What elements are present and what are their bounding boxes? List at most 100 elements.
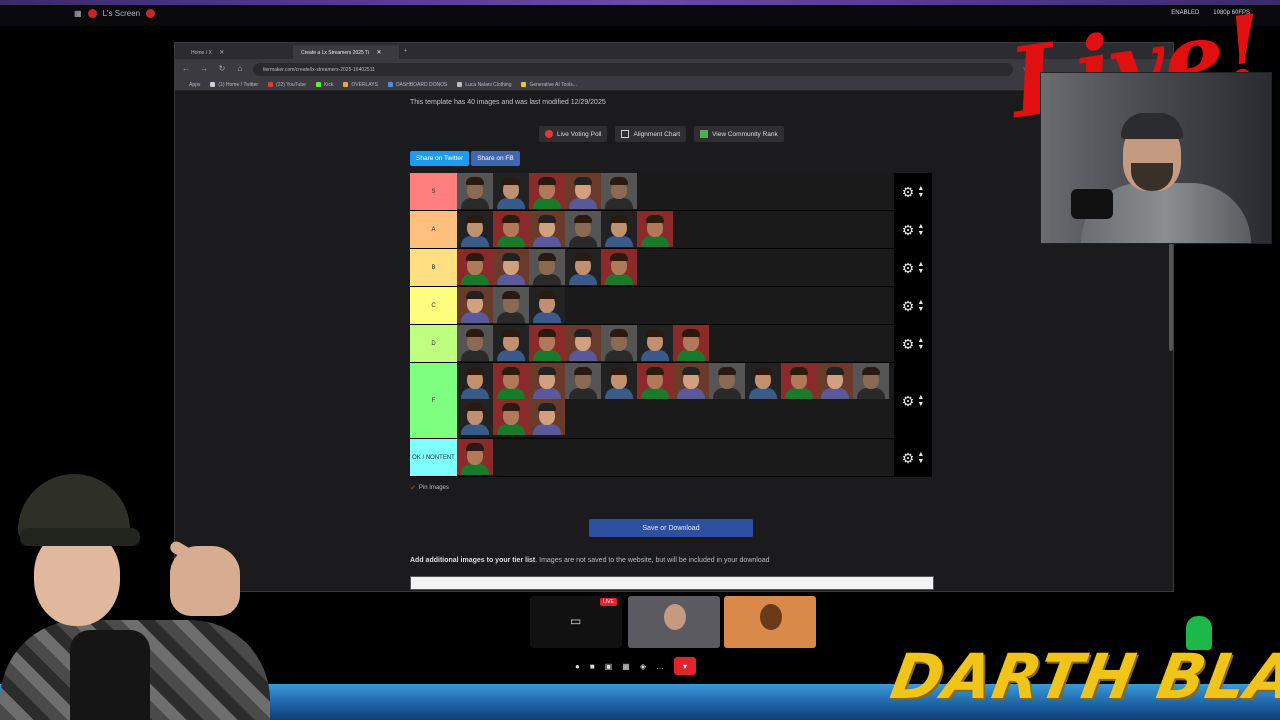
- tier-image[interactable]: [493, 363, 529, 399]
- tier-image[interactable]: [529, 363, 565, 399]
- alignment-chart-button[interactable]: Alignment Chart: [615, 126, 687, 142]
- tier-image[interactable]: [637, 363, 673, 399]
- stop-icon[interactable]: [146, 9, 156, 18]
- gear-icon[interactable]: ⚙: [902, 299, 915, 313]
- tier-image[interactable]: [457, 173, 493, 209]
- tier-image[interactable]: [817, 363, 853, 399]
- chevron-down-icon[interactable]: ▼: [917, 401, 924, 408]
- tier-image[interactable]: [781, 363, 817, 399]
- gear-icon[interactable]: ⚙: [902, 261, 915, 275]
- tier-image[interactable]: [457, 325, 493, 361]
- tier-image[interactable]: [529, 173, 565, 209]
- live-voting-poll-button[interactable]: Live Voting Poll: [539, 126, 608, 142]
- tier-image[interactable]: [457, 439, 493, 475]
- tier-image[interactable]: [565, 363, 601, 399]
- tier-label[interactable]: D: [410, 325, 457, 362]
- apps-icon[interactable]: ▦: [622, 662, 630, 671]
- bookmark-ai-tools[interactable]: Generative AI Tools...: [521, 82, 577, 88]
- tier-image[interactable]: [529, 325, 565, 361]
- share-twitter-button[interactable]: Share on Twitter: [410, 151, 470, 166]
- tier-image[interactable]: [673, 363, 709, 399]
- chevron-down-icon[interactable]: ▼: [917, 192, 924, 199]
- tier-label[interactable]: C: [410, 287, 457, 324]
- tier-image[interactable]: [529, 249, 565, 285]
- gear-icon[interactable]: ⚙: [902, 394, 915, 408]
- view-community-rank-button[interactable]: View Community Rank: [694, 126, 784, 142]
- chevron-up-icon[interactable]: ▲: [917, 223, 924, 230]
- microphone-icon[interactable]: ●: [575, 662, 580, 671]
- gear-icon[interactable]: ⚙: [902, 185, 915, 199]
- screen-share-indicator[interactable]: ▦ L's Screen: [74, 9, 156, 18]
- chevron-down-icon[interactable]: ▼: [917, 230, 924, 237]
- tier-image[interactable]: [493, 325, 529, 361]
- tier-image[interactable]: [529, 287, 565, 323]
- tier-image[interactable]: [457, 363, 493, 399]
- tier-label[interactable]: S: [410, 173, 457, 210]
- tier-image[interactable]: [493, 173, 529, 209]
- pin-images-toggle[interactable]: ✔ Pin Images: [410, 484, 449, 492]
- close-icon[interactable]: ✕: [219, 50, 224, 56]
- back-icon[interactable]: ←: [181, 64, 191, 74]
- leave-call-button[interactable]: ▾: [673, 657, 696, 675]
- reload-icon[interactable]: ↻: [217, 64, 227, 74]
- save-download-button[interactable]: Save or Download: [589, 519, 753, 537]
- tier-label[interactable]: A: [410, 211, 457, 248]
- tier-image[interactable]: [601, 325, 637, 361]
- chevron-up-icon[interactable]: ▲: [917, 185, 924, 192]
- tier-image[interactable]: [565, 249, 601, 285]
- tier-image[interactable]: [601, 211, 637, 247]
- tier-image[interactable]: [493, 211, 529, 247]
- tier-image[interactable]: [493, 287, 529, 323]
- chevron-up-icon[interactable]: ▲: [917, 299, 924, 306]
- tier-image[interactable]: [457, 399, 493, 435]
- address-bar[interactable]: tiermaker.com/create/lx-streamers-2025-1…: [253, 62, 1013, 76]
- forward-icon[interactable]: →: [199, 64, 209, 74]
- tier-image[interactable]: [457, 249, 493, 285]
- tier-image[interactable]: [565, 325, 601, 361]
- chevron-up-icon[interactable]: ▲: [917, 261, 924, 268]
- tier-image[interactable]: [601, 249, 637, 285]
- bookmark-clothing[interactable]: Luca Nalani Clothing: [457, 82, 511, 88]
- camera-icon[interactable]: ■: [590, 662, 595, 671]
- tier-image[interactable]: [493, 399, 529, 435]
- call-tile-self[interactable]: ▭ LIVE: [530, 596, 622, 648]
- gear-icon[interactable]: ⚙: [902, 337, 915, 351]
- chevron-down-icon[interactable]: ▼: [917, 344, 924, 351]
- call-tile-participant-2[interactable]: [724, 596, 816, 648]
- tier-image[interactable]: [601, 363, 637, 399]
- chevron-down-icon[interactable]: ▼: [917, 306, 924, 313]
- bookmark-kick[interactable]: Kick: [315, 82, 333, 88]
- share-icon[interactable]: ◈: [640, 662, 646, 671]
- tier-image[interactable]: [745, 363, 781, 399]
- tier-image[interactable]: [529, 399, 565, 435]
- tier-image[interactable]: [601, 173, 637, 209]
- share-facebook-button[interactable]: Share on FB: [471, 151, 520, 166]
- tab-tiermaker[interactable]: Create a Lx Streamers 2025 Ti ✕: [293, 45, 399, 59]
- tier-image[interactable]: [709, 363, 745, 399]
- bookmark-overlays[interactable]: OVERLAYS: [343, 82, 378, 88]
- bookmark-dashboard[interactable]: DASHBOARD DONOS: [387, 82, 447, 88]
- bookmark-twitter[interactable]: (1) Home / Twitter: [210, 82, 258, 88]
- tier-label[interactable]: OK / NONTENT: [410, 439, 457, 476]
- chevron-up-icon[interactable]: ▲: [917, 394, 924, 401]
- close-icon[interactable]: ✕: [376, 50, 381, 56]
- new-tab-button[interactable]: +: [401, 45, 415, 59]
- tier-image[interactable]: [493, 249, 529, 285]
- tier-image[interactable]: [529, 211, 565, 247]
- chevron-down-icon[interactable]: ▼: [917, 458, 924, 465]
- chevron-up-icon[interactable]: ▲: [917, 451, 924, 458]
- tier-label[interactable]: F: [410, 363, 457, 438]
- bookmark-apps[interactable]: Apps: [181, 82, 200, 88]
- tier-image[interactable]: [565, 173, 601, 209]
- page-scrollbar[interactable]: [1169, 241, 1173, 351]
- tier-image[interactable]: [673, 325, 709, 361]
- tier-label[interactable]: B: [410, 249, 457, 286]
- chevron-up-icon[interactable]: ▲: [917, 337, 924, 344]
- tier-image[interactable]: [457, 287, 493, 323]
- image-upload-field[interactable]: [410, 576, 934, 590]
- gear-icon[interactable]: ⚙: [902, 223, 915, 237]
- tab-home-x[interactable]: Home / X ✕: [183, 45, 293, 59]
- more-icon[interactable]: …: [656, 662, 664, 671]
- tier-image[interactable]: [457, 211, 493, 247]
- chat-icon[interactable]: ▣: [605, 662, 613, 671]
